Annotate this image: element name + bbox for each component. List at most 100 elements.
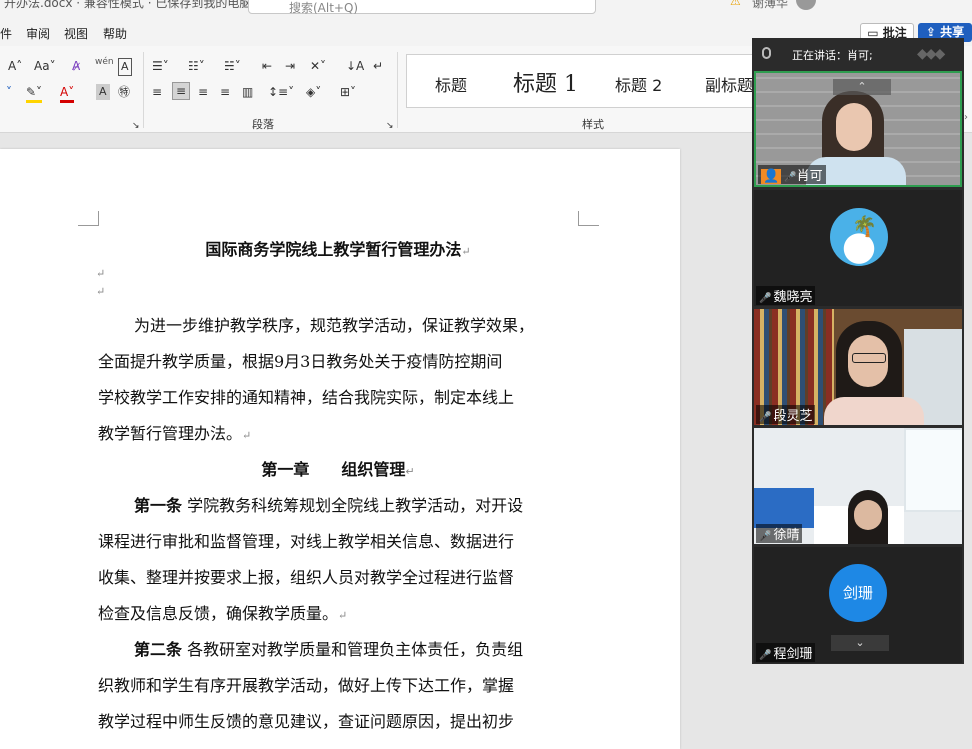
collapse-chevron-icon[interactable]: ⌃ — [833, 79, 891, 95]
distributed-icon[interactable]: ▥ — [242, 84, 253, 100]
mic-muted-icon: 🎤 — [759, 531, 772, 542]
align-right-icon[interactable]: ≡ — [198, 84, 208, 100]
search-placeholder: 搜索(Alt+Q) — [289, 1, 359, 15]
style-heading-2[interactable]: 标题 2 — [615, 72, 662, 96]
multilevel-list-icon[interactable]: ☵˅ — [224, 58, 241, 74]
document-filename: 开办法.docx · 兼容性模式 · 已保存到我的电脑 — [4, 0, 252, 10]
align-center-icon[interactable]: ≡ — [172, 82, 191, 100]
intro-line: 教学暂行管理办法。↵ — [98, 424, 252, 443]
participant-face — [836, 103, 872, 151]
bullets-icon[interactable]: ☰˅ — [152, 58, 169, 74]
room-sofa — [754, 488, 814, 528]
ribbon-scroll-icon[interactable]: › — [964, 112, 968, 123]
article-1-label: 第一条 — [134, 496, 183, 515]
user-avatar[interactable] — [796, 0, 816, 10]
font-dialog-icon[interactable]: ↘ — [132, 118, 140, 134]
line-spacing-icon[interactable]: ↕≡˅ — [268, 84, 294, 100]
participant-tile[interactable]: ⌃ 👤 🎤肖可 — [754, 71, 962, 187]
intro-line: 全面提升教学质量，根据9月3日教务处关于疫情防控期间 — [98, 352, 503, 371]
shading-icon[interactable]: A — [96, 84, 110, 100]
mic-icon: 🎤 — [784, 172, 797, 183]
search-input[interactable]: 搜索(Alt+Q) — [248, 0, 596, 15]
enclose-char-icon[interactable]: ㊕ — [118, 84, 130, 100]
document-title-text: 国际商务学院线上教学暂行管理办法 — [205, 240, 462, 259]
chapter-heading-text: 第一章 组织管理 — [261, 460, 406, 479]
borders-icon[interactable]: ⊞˅ — [340, 84, 356, 100]
mic-muted-icon: 🎤 — [759, 293, 772, 304]
clear-format-icon[interactable]: A̷ — [72, 58, 80, 74]
menu-item-review[interactable]: 审阅 — [26, 25, 50, 42]
participant-tile[interactable]: 剑珊 ⌄ 🎤 程剑珊 — [754, 547, 962, 663]
style-subtitle[interactable]: 副标题 — [705, 72, 753, 96]
document-title: 国际商务学院线上教学暂行管理办法↵ — [205, 240, 471, 259]
paragraph-shading-icon[interactable]: ◈˅ — [306, 84, 321, 100]
article-line: 课程进行审批和监督管理，对线上教学相关信息、数据进行 — [98, 532, 515, 551]
participant-tile[interactable]: 🎤 段灵芝 — [754, 309, 962, 425]
text-effect-icon[interactable]: ˅ — [6, 84, 12, 100]
style-heading-1[interactable]: 标题 1 — [513, 66, 578, 98]
participant-shirt — [824, 397, 924, 425]
grow-font-icon[interactable]: A˄ — [8, 58, 22, 74]
article-line: 第一条 学院教务科统筹规划全院线上教学活动，对开设 — [98, 492, 578, 516]
participant-label: 🎤 徐晴 — [756, 524, 803, 543]
participant-name: 段灵芝 — [773, 409, 813, 424]
mic-icon[interactable] — [762, 47, 771, 59]
separator — [397, 52, 398, 128]
participant-tile[interactable]: 🎤 徐晴 — [754, 428, 962, 544]
mic-muted-icon: 🎤 — [759, 650, 772, 661]
paragraph-mark: ↵ — [96, 285, 106, 298]
font-color-icon[interactable]: A˅ — [60, 84, 75, 103]
separator — [143, 52, 144, 128]
paragraph-dialog-icon[interactable]: ↘ — [386, 118, 394, 134]
intro-line: 为进一步维护教学秩序，规范教学活动，保证教学效果， — [134, 316, 535, 335]
title-bar: 开办法.docx · 兼容性模式 · 已保存到我的电脑 搜索(Alt+Q) ⚠ … — [0, 0, 972, 18]
show-marks-icon[interactable]: ↵ — [373, 58, 383, 74]
meeting-logo-icon: ◆◆◆ — [917, 46, 945, 62]
host-icon: 👤 — [761, 169, 782, 184]
chapter-heading: 第一章 组织管理↵ — [261, 460, 415, 479]
participant-label: 🎤 魏晓亮 — [756, 286, 816, 305]
numbering-icon[interactable]: ☷˅ — [188, 58, 205, 74]
participant-label: 👤 🎤肖可 — [758, 165, 826, 184]
paragraph-mark: ↵ — [96, 267, 106, 280]
align-left-icon[interactable]: ≡ — [152, 84, 162, 100]
article-line: 织教师和学生有序开展教学活动，做好上传下达工作，掌握 — [98, 676, 515, 695]
justify-icon[interactable]: ≡ — [220, 84, 230, 100]
participant-name: 徐晴 — [773, 528, 800, 543]
meeting-panel: 正在讲话：肖可; ◆◆◆ ⌃ 👤🎤肖可 🌴 🎤魏晓亮 🎤段灵芝 🎤徐晴 — [752, 38, 964, 664]
decrease-indent-icon[interactable]: ⇤ — [262, 58, 272, 74]
phonetic-guide-icon[interactable]: wén — [95, 54, 114, 70]
share-icon: ⇪ — [925, 25, 936, 39]
participant-tile[interactable]: 🌴 🎤 魏晓亮 — [754, 190, 962, 306]
article-line: 检查及信息反馈，确保教学质量。↵ — [98, 604, 348, 623]
paragraph-group-label: 段落 — [252, 118, 274, 131]
room-window — [904, 428, 962, 512]
article-2-label: 第二条 — [134, 640, 183, 659]
menu-item-view[interactable]: 视图 — [64, 25, 88, 42]
expand-chevron-icon[interactable]: ⌄ — [831, 635, 889, 651]
meeting-header: 正在讲话：肖可; ◆◆◆ — [752, 38, 964, 70]
highlight-icon[interactable]: ✎˅ — [26, 84, 43, 103]
participant-avatar: 剑珊 — [829, 564, 887, 622]
participant-label: 🎤 段灵芝 — [756, 405, 816, 424]
article-2-text: 各教研室对教学质量和管理负主体责任，负责组 — [187, 640, 524, 659]
menu-item-help[interactable]: 帮助 — [103, 25, 127, 42]
user-name[interactable]: 谢薄华 — [752, 0, 788, 11]
style-title[interactable]: 标题 — [435, 72, 467, 96]
styles-group-label: 样式 — [582, 118, 604, 131]
change-case-icon[interactable]: Aa˅ — [34, 58, 56, 74]
menu-item-file[interactable]: 件 — [0, 25, 12, 42]
article-line: 收集、整理并按要求上报，组织人员对教学全过程进行监督 — [98, 568, 515, 587]
participant-name: 肖可 — [796, 169, 823, 184]
increase-indent-icon[interactable]: ⇥ — [285, 58, 295, 74]
char-border-icon[interactable]: A — [118, 58, 132, 76]
warning-icon[interactable]: ⚠ — [730, 0, 741, 8]
mic-muted-icon: 🎤 — [759, 412, 772, 423]
glasses-icon — [852, 353, 886, 363]
asian-layout-icon[interactable]: ✕˅ — [310, 58, 326, 74]
intro-text: 教学暂行管理办法。 — [98, 424, 243, 443]
intro-line: 学校教学工作安排的通知精神，结合我院实际，制定本线上 — [98, 388, 515, 407]
sort-icon[interactable]: ↓A — [346, 58, 364, 74]
participant-name: 程剑珊 — [773, 647, 813, 662]
document-page[interactable]: 国际商务学院线上教学暂行管理办法↵ ↵ ↵ 为进一步维护教学秩序，规范教学活动，… — [0, 149, 680, 749]
